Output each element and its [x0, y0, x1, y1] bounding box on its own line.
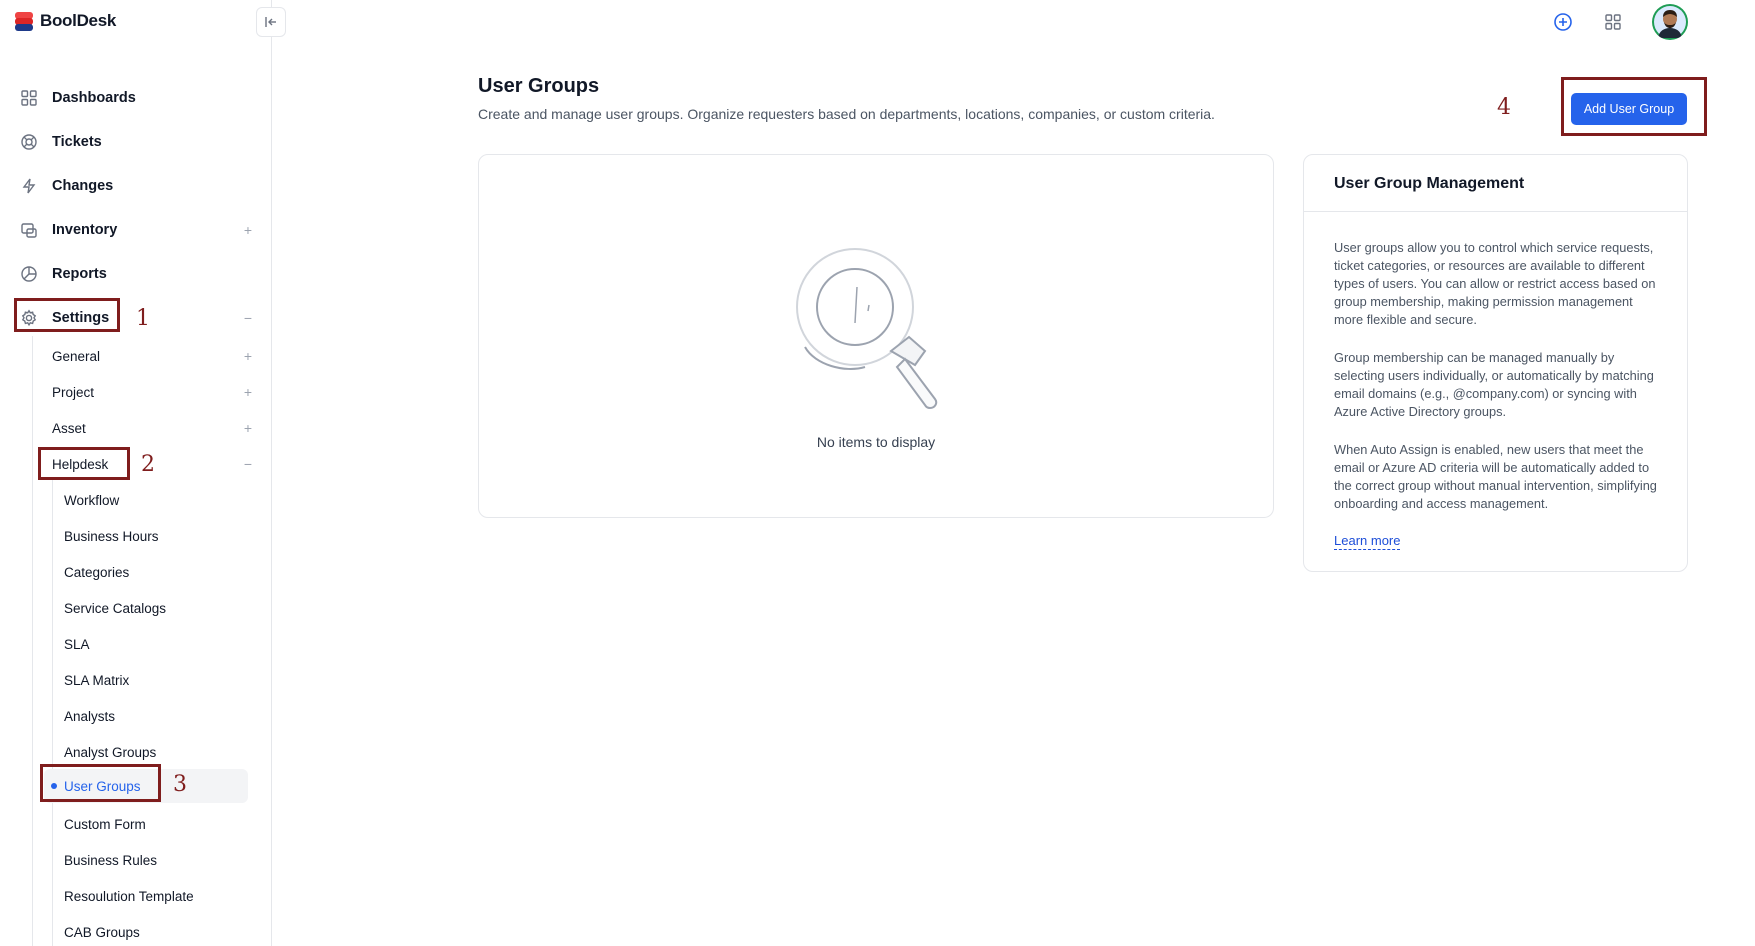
user-avatar[interactable] [1652, 4, 1688, 40]
empty-magnifier-icon [795, 235, 955, 420]
brand-name: BoolDesk [40, 11, 117, 30]
user-groups-list-card: No items to display [478, 154, 1274, 518]
nav-inventory[interactable]: Inventory + [20, 216, 252, 244]
helpdesk-analyst-groups[interactable]: Analyst Groups [64, 740, 244, 764]
project-expand-icon[interactable]: + [244, 384, 252, 400]
nav-inventory-label: Inventory [52, 222, 118, 238]
helpdesk-service-catalogs[interactable]: Service Catalogs [64, 596, 244, 620]
inventory-expand-icon[interactable]: + [244, 222, 252, 238]
pie-chart-icon [20, 265, 38, 283]
helpdesk-categories[interactable]: Categories [64, 560, 244, 584]
nav-changes[interactable]: Changes [20, 172, 252, 200]
settings-asset[interactable]: Asset + [52, 416, 252, 440]
plus-circle-icon [1554, 13, 1572, 31]
annotation-number-4: 4 [1497, 95, 1511, 120]
user-avatar-icon [1654, 6, 1686, 38]
info-paragraph-1: User groups allow you to control which s… [1334, 240, 1656, 327]
helpdesk-sla[interactable]: SLA [64, 632, 244, 656]
apps-menu-button[interactable] [1602, 11, 1624, 33]
helpdesk-business-hours[interactable]: Business Hours [64, 524, 244, 548]
helpdesk-analysts[interactable]: Analysts [64, 704, 244, 728]
settings-project-label: Project [52, 384, 95, 400]
helpdesk-workflow[interactable]: Workflow [64, 488, 244, 512]
helpdesk-sla-matrix[interactable]: SLA Matrix [64, 668, 244, 692]
nav-dashboards-label: Dashboards [52, 90, 136, 106]
apps-grid-icon [1605, 14, 1621, 30]
nav-reports-label: Reports [52, 266, 107, 282]
learn-more-link[interactable]: Learn more [1334, 533, 1401, 550]
settings-asset-label: Asset [52, 420, 86, 436]
user-group-management-card: User Group Management User groups allow … [1303, 154, 1688, 572]
empty-state-text: No items to display [816, 434, 936, 450]
general-expand-icon[interactable]: + [244, 348, 252, 364]
page-title: User Groups [478, 75, 600, 97]
info-card-title: User Group Management [1334, 175, 1525, 192]
annotation-number-3: 3 [173, 772, 187, 797]
booldesk-logo-icon [14, 11, 34, 31]
page-description: Create and manage user groups. Organize … [478, 106, 1215, 122]
helpdesk-custom-form[interactable]: Custom Form [64, 812, 244, 836]
nav-dashboards[interactable]: Dashboards [20, 84, 252, 112]
lifebuoy-icon [20, 133, 38, 151]
helpdesk-cab-groups[interactable]: CAB Groups [64, 920, 244, 944]
helpdesk-collapse-icon[interactable]: − [244, 456, 252, 472]
settings-tree-line [32, 336, 33, 946]
nav-tickets[interactable]: Tickets [20, 128, 252, 156]
nav-changes-label: Changes [52, 178, 114, 194]
annotation-number-1: 1 [136, 306, 150, 331]
add-circle-button[interactable] [1552, 11, 1574, 33]
settings-collapse-icon[interactable]: − [244, 310, 252, 326]
annotation-box-settings [14, 298, 120, 332]
inventory-icon [20, 221, 38, 239]
settings-project[interactable]: Project + [52, 380, 252, 404]
helpdesk-tree-line [52, 478, 53, 946]
helpdesk-resolution-template[interactable]: Resoulution Template [64, 884, 244, 908]
settings-general-label: General [52, 348, 101, 364]
collapse-sidebar-button[interactable] [256, 7, 286, 37]
nav-reports[interactable]: Reports [20, 260, 252, 288]
brand-logo[interactable]: BoolDesk [14, 11, 116, 31]
info-paragraph-2: Group membership can be managed manually… [1334, 350, 1654, 419]
dashboard-grid-icon [20, 89, 38, 107]
settings-general[interactable]: General + [52, 344, 252, 368]
lightning-icon [20, 177, 38, 195]
add-user-group-button[interactable]: Add User Group [1571, 93, 1687, 125]
helpdesk-business-rules[interactable]: Business Rules [64, 848, 244, 872]
annotation-box-user-groups [40, 764, 161, 802]
annotation-number-2: 2 [141, 452, 155, 477]
info-card-divider [1304, 211, 1687, 212]
collapse-left-icon [265, 17, 276, 27]
asset-expand-icon[interactable]: + [244, 420, 252, 436]
annotation-box-helpdesk [38, 447, 130, 480]
nav-tickets-label: Tickets [52, 134, 102, 150]
info-paragraph-3: When Auto Assign is enabled, new users t… [1334, 442, 1657, 511]
